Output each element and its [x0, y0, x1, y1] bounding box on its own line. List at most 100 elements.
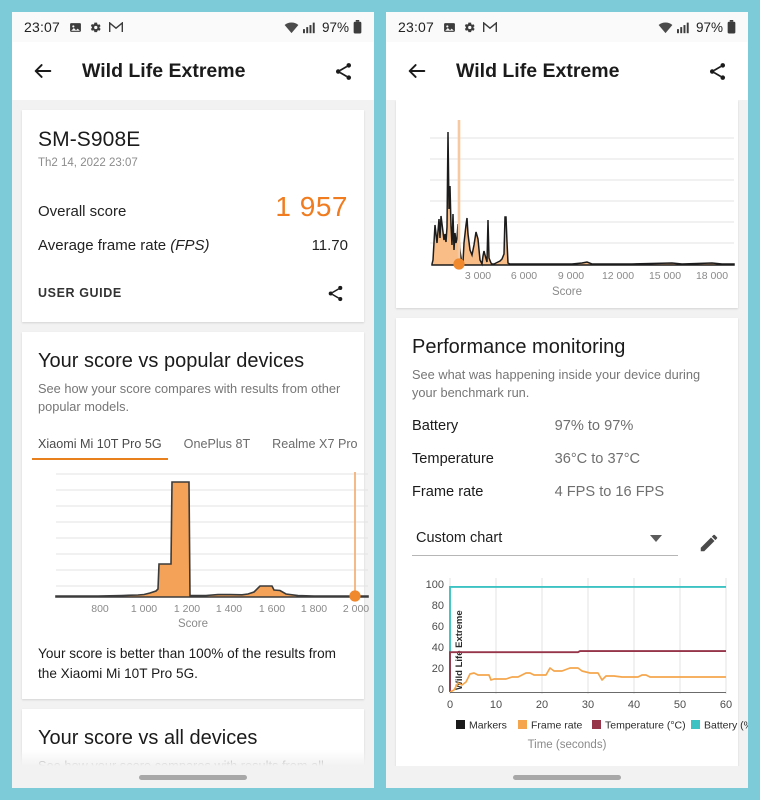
frame-rate-row: Frame rate 4 FPS to 16 FPS [412, 484, 722, 500]
status-bar-notification-icons [443, 21, 498, 34]
svg-text:40: 40 [628, 699, 640, 711]
legend-label-markers: Markers [469, 720, 507, 732]
popular-histogram-x-axis-label: Score [177, 618, 209, 631]
gridlines [56, 473, 368, 587]
battery-percentage-label: 97% [321, 19, 349, 35]
performance-monitoring-card: Performance monitoring See what was happ… [396, 318, 748, 768]
fps-label-text: Average frame rate [38, 237, 167, 254]
all-histogram-x-axis-label: Score [551, 286, 583, 298]
phone-screen-right: 23:07 97% Wild Life Extreme 3 000 6 000 … [386, 12, 748, 788]
overall-score-row: Overall score 1 957 [38, 191, 348, 223]
svg-text:60: 60 [432, 621, 444, 633]
frame-rate-value: 4 FPS to 16 FPS [554, 484, 665, 501]
x-axis-tick-labels: 0 10 20 30 40 50 60 [447, 699, 732, 711]
overall-score-label: Overall score [38, 203, 127, 220]
histogram-area [431, 131, 735, 267]
svg-text:1 200: 1 200 [174, 603, 200, 615]
your-score-marker-dot [349, 590, 361, 602]
your-score-marker-dot [453, 258, 465, 270]
battery-label: Battery [412, 418, 459, 435]
custom-chart: 100 80 60 40 20 0 Wild Life Extreme 0 10… [412, 572, 748, 751]
signal-icon [302, 21, 316, 34]
gear-icon [89, 21, 102, 34]
gesture-pill[interactable] [139, 774, 247, 780]
svg-text:1 600: 1 600 [259, 603, 285, 615]
custom-chart-svg: 100 80 60 40 20 0 Wild Life Extreme 0 10… [426, 578, 748, 732]
overall-score-value: 1 957 [275, 191, 348, 222]
custom-chart-y-axis-title: Wild Life Extreme [454, 611, 465, 691]
tab-oneplus-8t[interactable]: OnePlus 8T [184, 437, 251, 460]
svg-text:1 000: 1 000 [131, 603, 157, 615]
legend-label-battery: Battery (%) [704, 720, 748, 732]
legend-swatch-frame-rate [518, 720, 527, 730]
gesture-bar[interactable] [386, 766, 748, 788]
temperature-value: 36°C to 37°C [554, 451, 641, 468]
y-axis-tick-labels: 100 80 60 40 20 0 [426, 579, 444, 696]
signal-icon [676, 21, 690, 34]
benchmark-date: Th2 14, 2022 23:07 [38, 157, 138, 169]
status-bar-clock: 23:07 [398, 19, 435, 35]
gridlines [430, 137, 734, 244]
average-frame-rate-row: Average frame rate (FPS) 11.70 [38, 237, 348, 254]
user-guide-row: USER GUIDE [38, 280, 348, 306]
svg-text:30: 30 [582, 699, 594, 711]
x-axis-tick-labels: 3 000 6 000 9 000 12 000 15 000 18 000 [465, 270, 728, 282]
share-icon[interactable] [322, 280, 348, 306]
temperature-label: Temperature [412, 451, 494, 468]
popular-devices-note: Your score is better than 100% of the re… [38, 646, 336, 681]
svg-text:15 000: 15 000 [649, 270, 681, 282]
app-bar: Wild Life Extreme [12, 42, 374, 100]
all-devices-histogram: 3 000 6 000 9 000 12 000 15 000 18 000 S… [412, 114, 735, 298]
svg-text:0: 0 [438, 684, 444, 696]
svg-text:9 000: 9 000 [558, 270, 584, 282]
popular-devices-histogram-svg: 800 1 000 1 200 1 400 1 600 1 800 2 000 [55, 472, 369, 615]
image-icon [443, 21, 456, 34]
gmail-icon [109, 21, 124, 33]
device-name: SM-S908E [38, 128, 141, 151]
fps-label-unit: (FPS) [170, 237, 210, 254]
arrow-left-icon[interactable] [30, 58, 56, 84]
custom-chart-legend: Markers Frame rate Temperature (°C) Batt… [456, 720, 748, 732]
svg-text:20: 20 [536, 699, 548, 711]
svg-text:80: 80 [432, 600, 444, 612]
popular-devices-subtitle: See how your score compares with results… [38, 381, 341, 414]
gesture-bar[interactable] [12, 766, 374, 788]
svg-text:800: 800 [91, 603, 109, 615]
frame-rate-label: Frame rate [412, 484, 484, 501]
chart-select-row: Custom chart [412, 530, 722, 557]
legend-swatch-battery [691, 720, 700, 730]
tab-xiaomi-mi-10t-pro-5g[interactable]: Xiaomi Mi 10T Pro 5G [32, 437, 168, 461]
all-devices-title: Your score vs all devices [38, 726, 258, 749]
scroll-body-right[interactable]: 3 000 6 000 9 000 12 000 15 000 18 000 S… [386, 100, 748, 788]
pencil-icon[interactable] [696, 530, 722, 556]
popular-devices-tabs: Xiaomi Mi 10T Pro 5G OnePlus 8T Realme X… [32, 437, 358, 461]
app-bar: Wild Life Extreme [386, 42, 748, 100]
battery-icon [727, 20, 736, 34]
page-title: Wild Life Extreme [82, 59, 246, 82]
status-bar: 23:07 97% [12, 12, 374, 42]
user-guide-button[interactable]: USER GUIDE [38, 286, 122, 300]
all-devices-histogram-svg: 3 000 6 000 9 000 12 000 15 000 18 000 [430, 120, 735, 282]
arrow-left-icon[interactable] [404, 58, 430, 84]
battery-icon [353, 20, 362, 34]
status-bar: 23:07 97% [386, 12, 748, 42]
chart-type-selected-value: Custom chart [416, 530, 503, 547]
tab-realme-x7-pro[interactable]: Realme X7 Pro [272, 437, 357, 460]
svg-text:2 000: 2 000 [343, 603, 369, 615]
screenshot-stage: 23:07 97% Wild Life Extreme SM-S908E Th2… [0, 0, 760, 800]
chart-type-select[interactable]: Custom chart [412, 530, 678, 557]
svg-text:18 000: 18 000 [696, 270, 728, 282]
scroll-body-left[interactable]: SM-S908E Th2 14, 2022 23:07 Overall scor… [12, 100, 374, 788]
gear-icon [463, 21, 476, 34]
battery-percentage-label: 97% [695, 19, 723, 35]
phone-screen-left: 23:07 97% Wild Life Extreme SM-S908E Th2… [12, 12, 374, 788]
share-icon[interactable] [330, 58, 356, 84]
status-bar-clock: 23:07 [24, 19, 61, 35]
legend-label-temperature: Temperature (°C) [605, 720, 686, 732]
chevron-down-icon[interactable] [650, 534, 662, 542]
svg-text:10: 10 [490, 699, 502, 711]
gesture-pill[interactable] [513, 774, 621, 780]
score-card: SM-S908E Th2 14, 2022 23:07 Overall scor… [22, 110, 364, 322]
page-title: Wild Life Extreme [456, 59, 620, 82]
share-icon[interactable] [704, 58, 730, 84]
